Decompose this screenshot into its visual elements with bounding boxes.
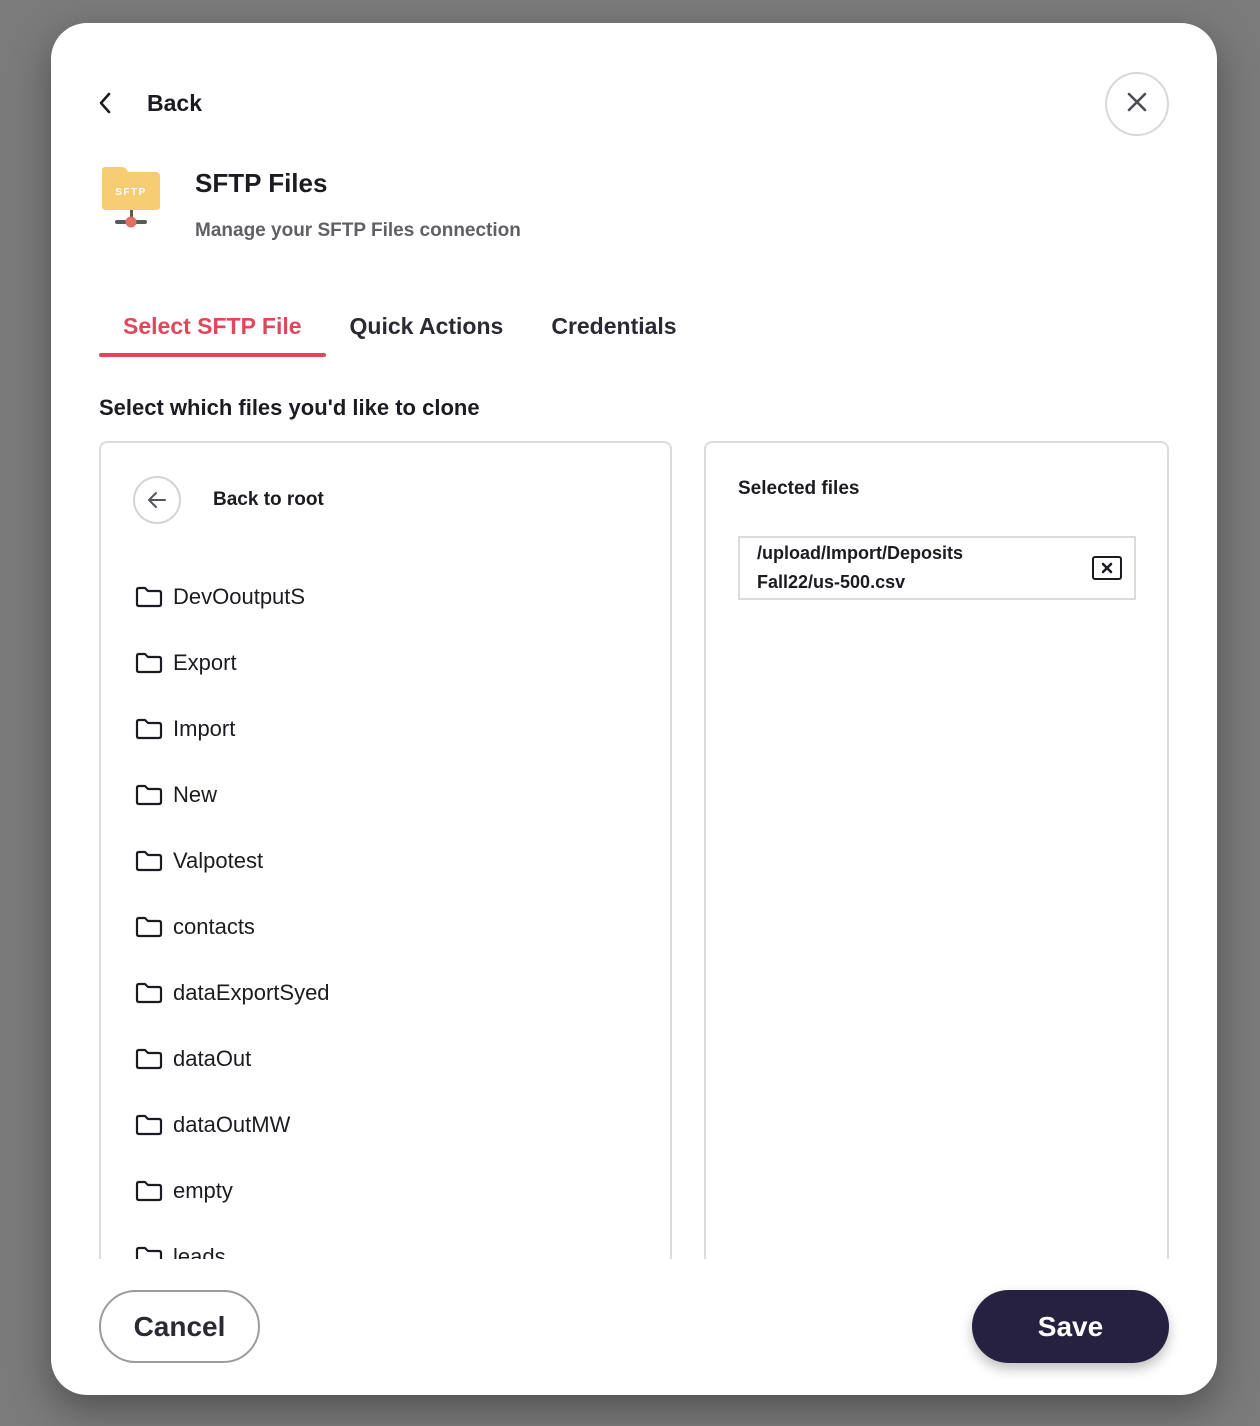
selected-files-title: Selected files [738, 478, 860, 499]
folder-item[interactable]: Export [135, 630, 330, 696]
save-button[interactable]: Save [972, 1290, 1169, 1363]
folder-item[interactable]: DevOoutputS [135, 564, 330, 630]
section-title: Select which files you'd like to clone [99, 395, 480, 420]
folder-item[interactable]: Import [135, 696, 330, 762]
folder-item[interactable]: empty [135, 1158, 330, 1224]
close-box-icon [1101, 562, 1113, 574]
folder-icon [135, 585, 163, 609]
tab-credentials[interactable]: Credentials [527, 308, 700, 357]
back-to-root-label: Back to root [213, 489, 324, 510]
folder-item[interactable]: contacts [135, 894, 330, 960]
tab-select-sftp-file[interactable]: Select SFTP File [99, 308, 326, 357]
folder-item[interactable]: dataExportSyed [135, 960, 330, 1026]
folder-name: New [173, 782, 218, 807]
tab-bar: Select SFTP File Quick Actions Credentia… [99, 308, 701, 357]
folder-icon [135, 783, 163, 807]
sftp-folder-icon: SFTP [100, 166, 162, 230]
folder-icon [135, 717, 163, 741]
folder-icon [135, 1245, 163, 1259]
folder-name: Valpotest [173, 848, 264, 873]
folder-name: leads [173, 1244, 226, 1259]
cancel-button[interactable]: Cancel [99, 1290, 260, 1363]
folder-icon [135, 1113, 163, 1137]
chevron-left-icon [95, 89, 115, 117]
selected-files-panel: Selected files /upload/Import/Deposits F… [704, 441, 1169, 1259]
folder-list: DevOoutputS Export Import New Valpotest … [135, 564, 330, 1259]
folder-name: Import [173, 716, 236, 741]
file-browser-panel[interactable]: Back to root DevOoutputS Export Import N… [99, 441, 672, 1259]
selected-file-path-line1: /upload/Import/Deposits [757, 543, 964, 563]
folder-icon [135, 651, 163, 675]
folder-name: dataOut [173, 1046, 252, 1071]
folder-icon [135, 1047, 163, 1071]
page-subtitle: Manage your SFTP Files connection [195, 220, 521, 241]
folder-item[interactable]: leads [135, 1224, 330, 1259]
folder-item[interactable]: dataOutMW [135, 1092, 330, 1158]
selected-file-path-line2: Fall22/us-500.csv [757, 572, 906, 592]
remove-file-button[interactable] [1092, 556, 1122, 580]
selected-file-path: /upload/Import/Deposits Fall22/us-500.cs… [757, 539, 963, 597]
sftp-modal: Back SFTP SFTP Files Manage your SFTP Fi… [51, 23, 1217, 1395]
folder-icon [135, 849, 163, 873]
folder-icon [135, 915, 163, 939]
folder-name: contacts [173, 914, 255, 939]
selected-file-chip: /upload/Import/Deposits Fall22/us-500.cs… [738, 536, 1136, 600]
folder-icon [135, 981, 163, 1005]
tab-quick-actions[interactable]: Quick Actions [326, 308, 528, 357]
back-label: Back [147, 89, 202, 116]
folder-item[interactable]: dataOut [135, 1026, 330, 1092]
folder-name: empty [173, 1178, 233, 1203]
folder-item[interactable]: Valpotest [135, 828, 330, 894]
back-button[interactable]: Back [95, 89, 202, 117]
page-title: SFTP Files [195, 168, 328, 198]
close-button[interactable] [1105, 72, 1169, 136]
close-icon [1126, 91, 1148, 118]
folder-name: DevOoutputS [173, 584, 306, 609]
folder-name: dataOutMW [173, 1112, 291, 1137]
folder-item[interactable]: New [135, 762, 330, 828]
folder-name: Export [173, 650, 237, 675]
arrow-left-icon [133, 476, 181, 524]
back-to-root-button[interactable]: Back to root [133, 476, 324, 524]
folder-icon [135, 1179, 163, 1203]
folder-name: dataExportSyed [173, 980, 330, 1005]
svg-text:SFTP: SFTP [115, 187, 147, 198]
